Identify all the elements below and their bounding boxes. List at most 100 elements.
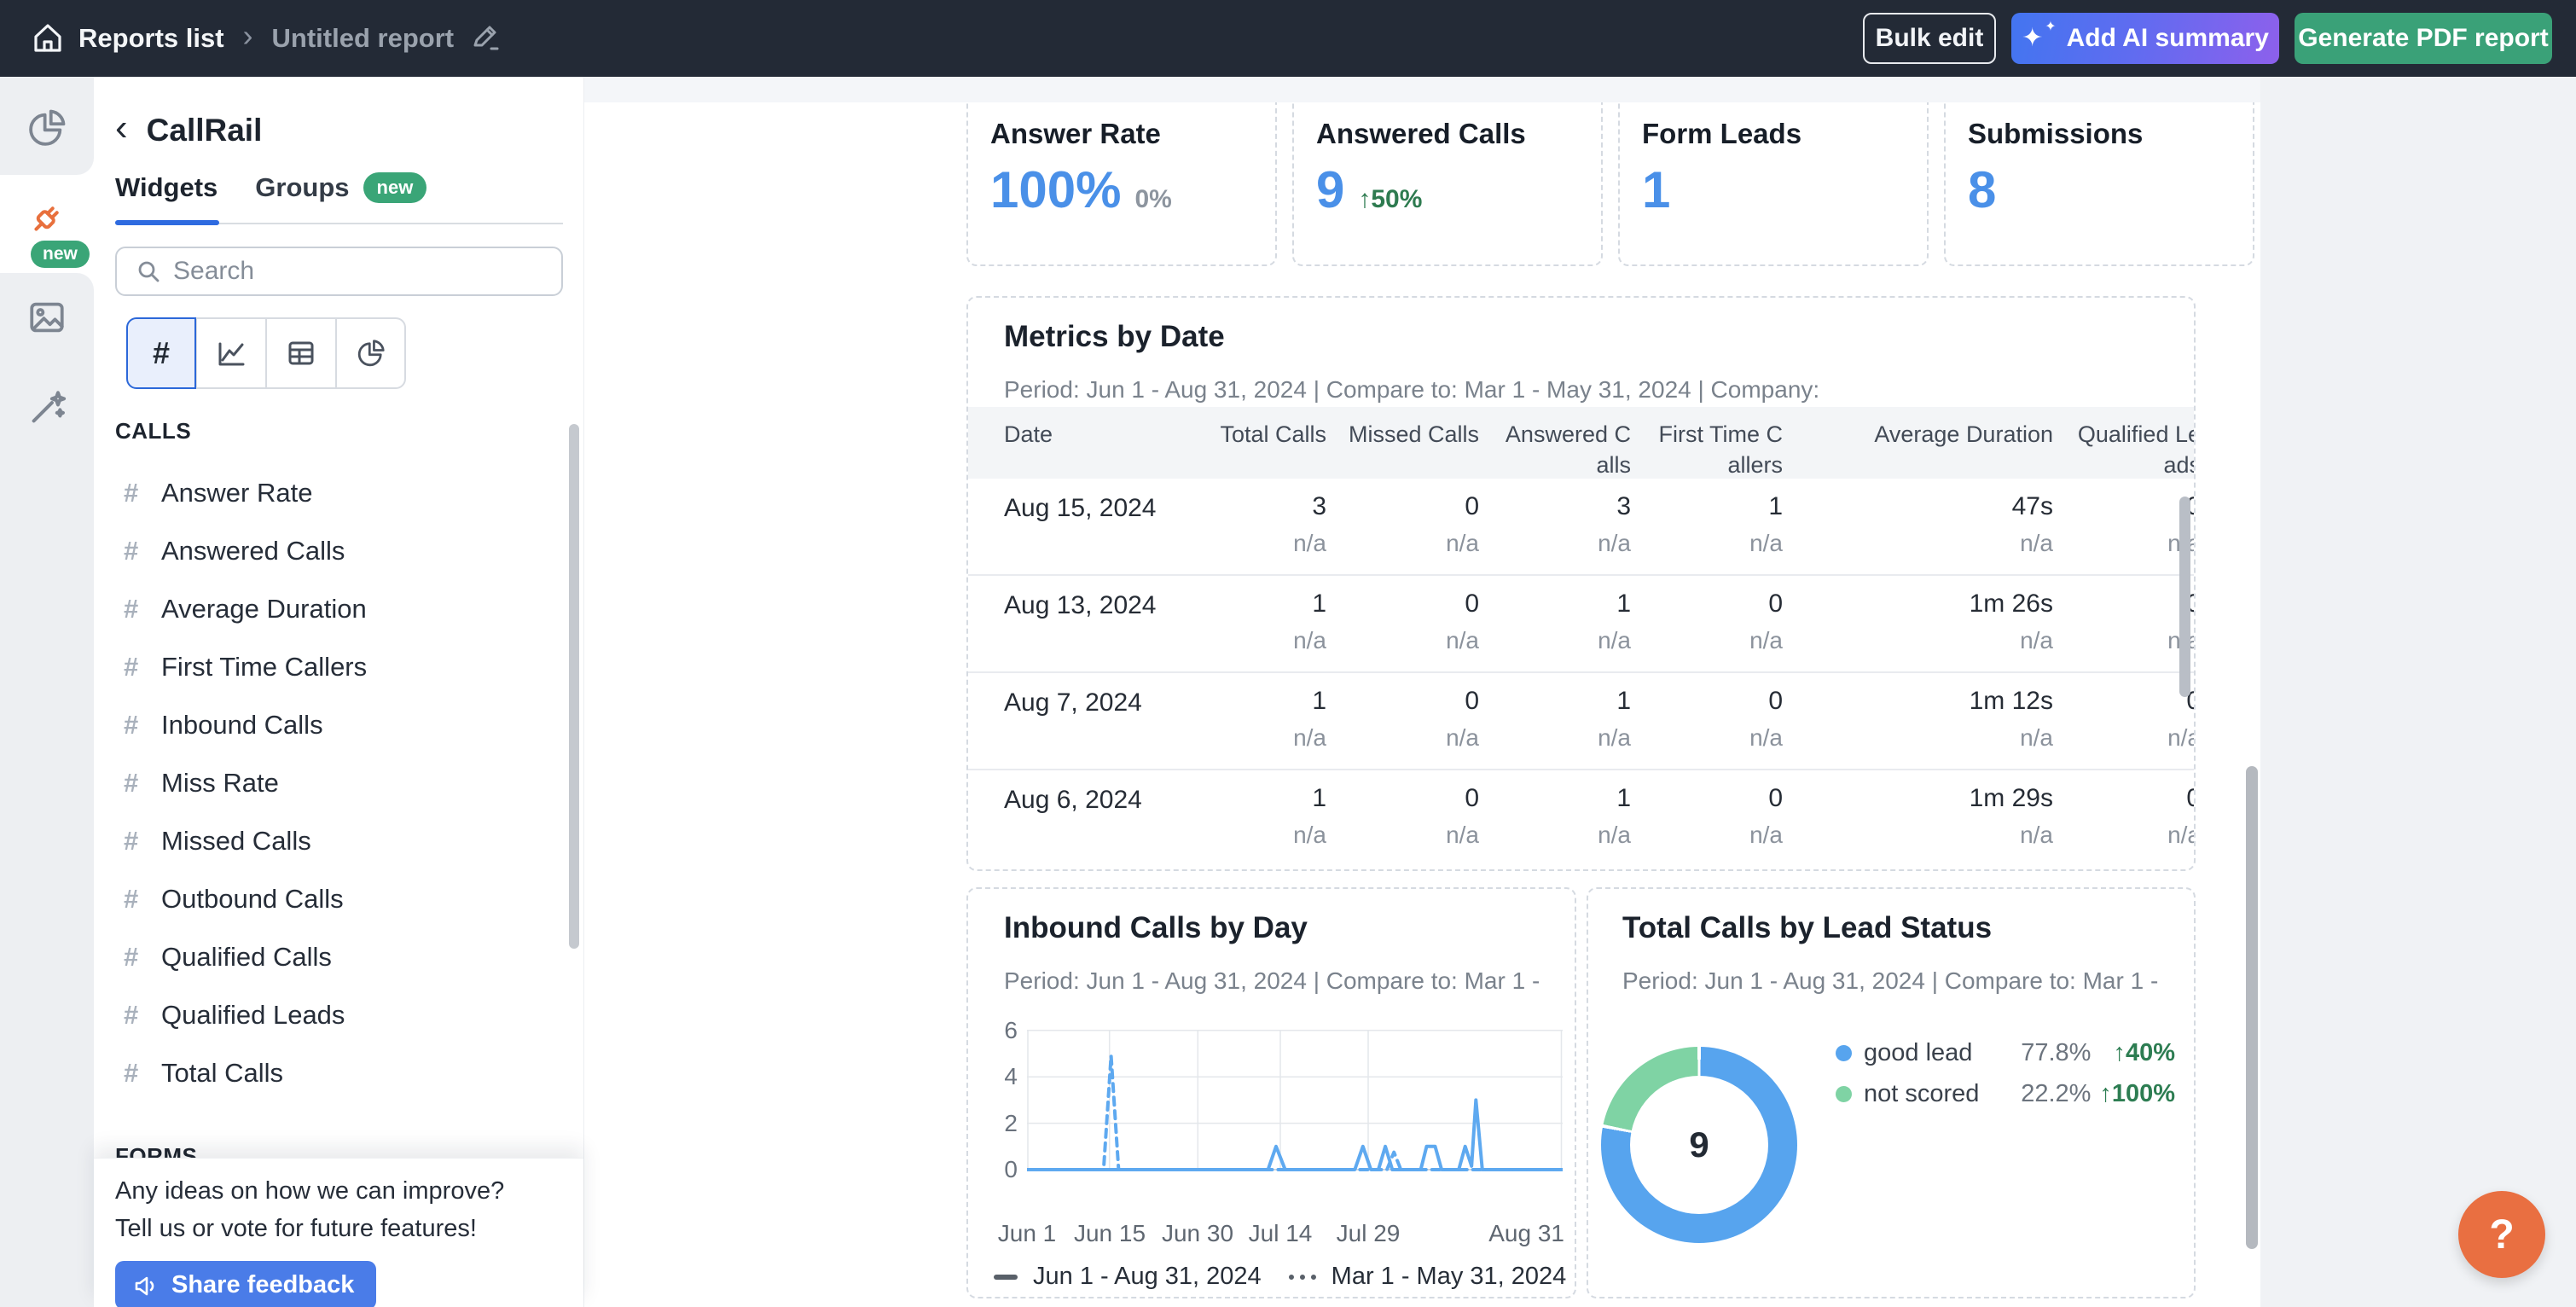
- back-chevron-icon[interactable]: ‹: [115, 109, 133, 152]
- widget-item-inbound-calls[interactable]: #Inbound Calls: [94, 696, 571, 754]
- plug-icon: [25, 196, 69, 241]
- metrics-table-title: Metrics by Date: [1004, 320, 1225, 354]
- left-icon-rail: new: [0, 77, 94, 1307]
- widget-item-miss-rate[interactable]: #Miss Rate: [94, 754, 571, 812]
- app-root: Reports list › Untitled report Bulk edit…: [0, 0, 2576, 1307]
- stat-card-title: Answered Calls: [1316, 118, 1526, 150]
- filter-pie-chart-widgets[interactable]: [336, 317, 406, 389]
- image-icon: [25, 295, 69, 340]
- widget-item-average-duration[interactable]: #Average Duration: [94, 580, 571, 638]
- stat-card-title: Submissions: [1968, 118, 2143, 150]
- hash-icon: #: [124, 826, 161, 857]
- stat-card-answer-rate[interactable]: Answer Rate 100%0%: [966, 102, 1277, 266]
- stat-card-submissions[interactable]: Submissions 8: [1944, 102, 2254, 266]
- sidebar-tabs: Widgets Groups new: [115, 172, 426, 203]
- tab-groups[interactable]: Groups new: [255, 172, 426, 203]
- hash-icon: #: [124, 942, 161, 973]
- inbound-chart-svg: [1027, 1022, 1563, 1184]
- line-chart-icon: [215, 337, 247, 369]
- column-header-total-calls: Total Calls: [1217, 407, 1326, 479]
- stat-card-change: ↑50%: [1358, 185, 1422, 214]
- search-input[interactable]: [173, 257, 531, 286]
- pie-chart-icon: [25, 106, 69, 150]
- filter-line-chart-widgets[interactable]: [196, 317, 266, 389]
- stat-card-form-leads[interactable]: Form Leads 1: [1618, 102, 1929, 266]
- right-gutter: [2260, 77, 2576, 1307]
- lead-status-donut: 9: [1601, 1047, 1797, 1243]
- legend-current-period: Jun 1 - Aug 31, 2024: [1033, 1263, 1262, 1291]
- home-icon[interactable]: [29, 20, 67, 57]
- tab-widgets[interactable]: Widgets: [115, 172, 218, 203]
- legend-change: ↑100%: [2091, 1080, 2175, 1108]
- stat-card-change: 0%: [1134, 185, 1171, 214]
- groups-new-badge: new: [363, 172, 427, 203]
- widget-item-total-calls[interactable]: #Total Calls: [94, 1044, 571, 1102]
- pie-chart-icon: [355, 337, 387, 369]
- sidebar-scrollbar-thumb[interactable]: [569, 424, 579, 949]
- bulk-edit-button[interactable]: Bulk edit: [1863, 13, 1996, 64]
- widget-item-qualified-calls[interactable]: #Qualified Calls: [94, 928, 571, 986]
- rail-item-charts[interactable]: [0, 87, 94, 169]
- table-row: Aug 15, 2024 3n/a 0n/a 3n/a 1n/a 47sn/a …: [968, 479, 2196, 576]
- megaphone-icon: [132, 1272, 160, 1299]
- hash-icon: #: [124, 478, 161, 508]
- share-feedback-button[interactable]: Share feedback: [115, 1261, 376, 1307]
- rail-item-media[interactable]: [0, 276, 94, 358]
- stat-card-value: 8: [1968, 160, 1996, 219]
- widget-item-missed-calls[interactable]: #Missed Calls: [94, 812, 571, 870]
- widget-item-outbound-calls[interactable]: #Outbound Calls: [94, 870, 571, 928]
- feedback-text: Any ideas on how we can improve? Tell us…: [115, 1172, 504, 1247]
- legend-row-not-scored: not scored 22.2% ↑100%: [1836, 1073, 2175, 1114]
- filter-number-widgets[interactable]: #: [126, 317, 196, 389]
- table-body: Aug 15, 2024 3n/a 0n/a 3n/a 1n/a 47sn/a …: [968, 479, 2196, 868]
- breadcrumb-reports-list[interactable]: Reports list: [78, 23, 224, 54]
- metrics-table-period: Period: Jun 1 - Aug 31, 2024 | Compare t…: [1004, 376, 2164, 404]
- legend-compare-period: Mar 1 - May 31, 2024: [1332, 1263, 1567, 1291]
- column-header-qualified-leads: Qualified Leads: [2053, 407, 2196, 479]
- stat-card-title: Answer Rate: [990, 118, 1161, 150]
- filter-table-widgets[interactable]: [266, 317, 336, 389]
- page-scrollbar-thumb[interactable]: [2246, 766, 2258, 1249]
- x-tick: Jun 1: [998, 1220, 1057, 1247]
- x-tick: Jun 15: [1074, 1220, 1146, 1247]
- stat-card-value: 9: [1316, 160, 1344, 219]
- lead-status-legend: good lead 77.8% ↑40% not scored 22.2% ↑1…: [1836, 1032, 2175, 1114]
- lead-chart-period: Period: Jun 1 - Aug 31, 2024 | Compare t…: [1622, 967, 2163, 995]
- donut-center-total: 9: [1630, 1076, 1768, 1214]
- hash-icon: #: [124, 710, 161, 741]
- hash-icon: #: [124, 1000, 161, 1031]
- tab-groups-label: Groups: [255, 172, 349, 203]
- widget-item-qualified-leads[interactable]: #Qualified Leads: [94, 986, 571, 1044]
- inbound-calls-by-day-card[interactable]: Inbound Calls by Day Period: Jun 1 - Aug…: [966, 887, 1576, 1298]
- widget-list: #Answer Rate #Answered Calls #Average Du…: [94, 464, 571, 1102]
- feedback-line-2: Tell us or vote for future features!: [115, 1210, 504, 1247]
- y-tick: 0: [983, 1156, 1018, 1183]
- add-ai-summary-button[interactable]: ✦ ✦ Add AI summary: [2011, 13, 2279, 64]
- legend-label: good lead: [1864, 1039, 2021, 1067]
- table-scrollbar-thumb[interactable]: [2179, 497, 2190, 697]
- canvas-top-strip: [584, 77, 2260, 102]
- widget-item-answer-rate[interactable]: #Answer Rate: [94, 464, 571, 522]
- share-feedback-label: Share feedback: [171, 1271, 354, 1299]
- stat-card-answered-calls[interactable]: Answered Calls 9 ↑50%: [1292, 102, 1603, 266]
- column-header-answered-calls: Answered Calls: [1479, 407, 1631, 479]
- x-tick: Jul 14: [1249, 1220, 1313, 1247]
- inbound-chart-legend: Jun 1 - Aug 31, 2024 Mar 1 - May 31, 202…: [994, 1263, 1566, 1291]
- help-button[interactable]: ?: [2458, 1191, 2545, 1278]
- table-row: Aug 7, 2024 1n/a 0n/a 1n/a 0n/a 1m 12sn/…: [968, 673, 2196, 770]
- rail-item-magic-tools[interactable]: [0, 367, 94, 449]
- search-icon: [136, 258, 161, 284]
- table-icon: [285, 337, 317, 369]
- widget-item-answered-calls[interactable]: #Answered Calls: [94, 522, 571, 580]
- widgets-sidebar: ‹ CallRail Widgets Groups new #: [94, 77, 584, 1307]
- x-tick: Aug 31: [1488, 1220, 1564, 1247]
- widget-item-first-time-callers[interactable]: #First Time Callers: [94, 638, 571, 696]
- sidebar-title: CallRail: [147, 113, 263, 148]
- total-calls-by-lead-status-card[interactable]: Total Calls by Lead Status Period: Jun 1…: [1587, 887, 2196, 1298]
- hash-icon: #: [124, 884, 161, 915]
- edit-report-name-icon[interactable]: [469, 22, 502, 55]
- add-ai-summary-label: Add AI summary: [2067, 24, 2269, 53]
- generate-pdf-button[interactable]: Generate PDF report: [2295, 13, 2552, 64]
- top-bar: Reports list › Untitled report Bulk edit…: [0, 0, 2576, 77]
- metrics-by-date-card[interactable]: Metrics by Date Period: Jun 1 - Aug 31, …: [966, 296, 2196, 871]
